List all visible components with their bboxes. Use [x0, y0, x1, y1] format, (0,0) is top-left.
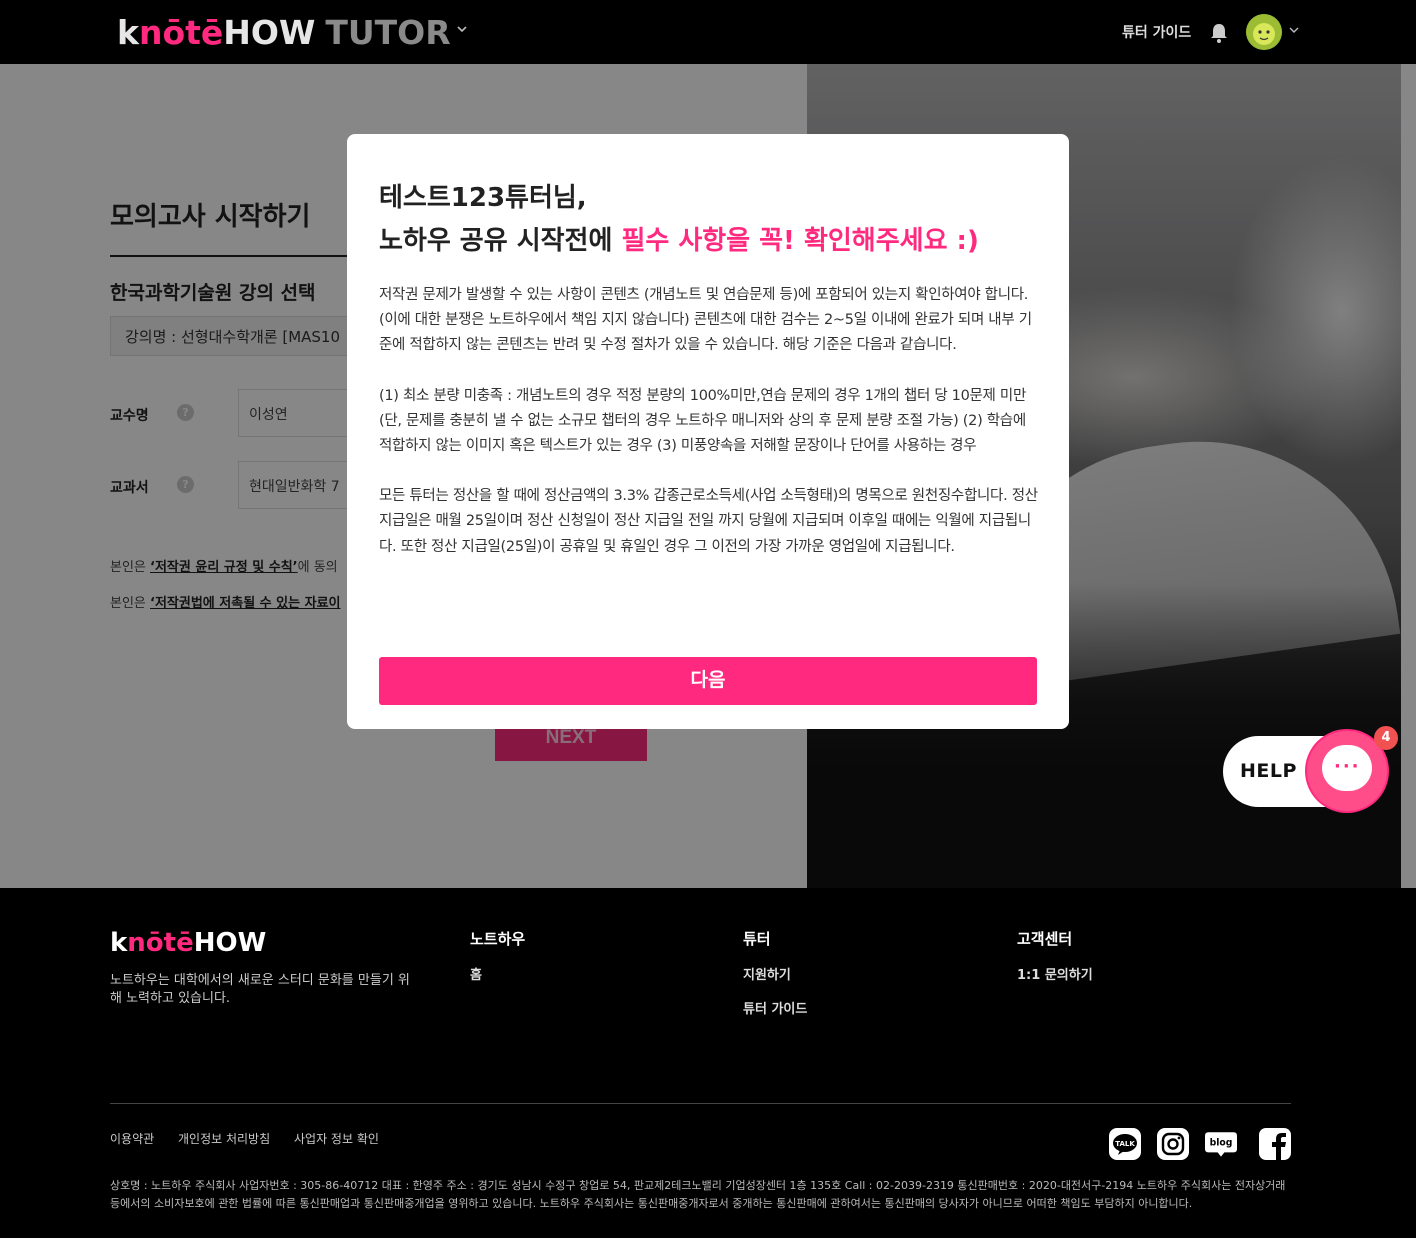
footer: knōtēHOW 노트하우는 대학에서의 새로운 스터디 문화를 만들기 위해 …	[0, 890, 1416, 1238]
modal-body: 저작권 문제가 발생할 수 있는 사항이 콘텐츠 (개념노트 및 연습문제 등)…	[379, 283, 1039, 585]
footer-description: 노트하우는 대학에서의 새로운 스터디 문화를 만들기 위해 노력하고 있습니다…	[110, 973, 410, 1006]
kakaotalk-text: TALK	[1115, 1140, 1135, 1148]
footer-heading-tutor: 튜터	[743, 930, 771, 948]
logo-k: k	[117, 12, 139, 52]
logo-tutor: TUTOR	[325, 12, 451, 52]
modal-next-button[interactable]: 다음	[379, 657, 1037, 705]
review-criteria: (1) 최소 분량 미충족 : 개념노트의 경우 적정 분량의 100%미만,연…	[379, 387, 1026, 455]
terms-link[interactable]: 이용약관	[110, 1130, 154, 1147]
footer-logo[interactable]: knōtēHOW	[110, 928, 266, 958]
footer-logo-note: nōtē	[127, 928, 194, 958]
footer-heading-support: 고객센터	[1017, 930, 1073, 948]
footer-link-inquiry[interactable]: 1:1 문의하기	[1017, 964, 1093, 983]
page: 모의고사 시작하기 한국과학기술원 강의 선택 강의명 : 선형대수학개론 [M…	[0, 0, 1416, 1238]
unread-badge: 4	[1374, 726, 1398, 750]
chat-bubble-icon: ···	[1322, 745, 1372, 791]
logo-note: nōtē	[138, 12, 224, 52]
blog-text: blog	[1210, 1138, 1233, 1149]
facebook-icon[interactable]	[1259, 1128, 1291, 1160]
footer-divider	[110, 1103, 1291, 1104]
top-nav: k nōtē HOW TUTOR 튜터 가이드	[0, 0, 1416, 64]
tutor-logo[interactable]: k nōtē HOW TUTOR	[117, 12, 451, 52]
business-info-link[interactable]: 사업자 정보 확인	[294, 1130, 379, 1147]
modal-heading-plain: 노하우 공유 시작전에	[379, 226, 622, 256]
blog-icon[interactable]: blog	[1205, 1128, 1237, 1160]
tutor-guide-link[interactable]: 튜터 가이드	[1122, 22, 1191, 42]
copyright-notice: 저작권 문제가 발생할 수 있는 사항이 콘텐츠 (개념노트 및 연습문제 등)…	[379, 287, 1032, 354]
footer-heading-notehow: 노트하우	[470, 930, 526, 948]
footer-link-apply[interactable]: 지원하기	[743, 964, 791, 983]
notice-modal: 테스트123튜터님, 노하우 공유 시작전에 필수 사항을 꼭! 확인해주세요 …	[347, 134, 1069, 729]
chevron-down-icon[interactable]	[1288, 24, 1300, 36]
kakaotalk-icon[interactable]: TALK	[1109, 1128, 1141, 1160]
modal-heading-greeting: 테스트123튜터님,	[379, 183, 587, 213]
footer-logo-how: HOW	[193, 928, 267, 958]
chat-dots: ···	[1334, 756, 1361, 777]
chevron-down-icon[interactable]	[455, 22, 469, 36]
instagram-icon[interactable]	[1157, 1128, 1189, 1160]
privacy-link[interactable]: 개인정보 처리방침	[178, 1130, 270, 1147]
modal-heading-highlight: 필수 사항을 꼭! 확인해주세요 :)	[621, 226, 979, 256]
help-label: HELP	[1240, 760, 1297, 782]
modal-heading: 노하우 공유 시작전에 필수 사항을 꼭! 확인해주세요 :)	[379, 223, 979, 259]
footer-link-tutor-guide[interactable]: 튜터 가이드	[743, 998, 807, 1017]
bell-icon[interactable]	[1209, 22, 1229, 44]
legal-text: 상호명 : 노트하우 주식회사 사업자번호 : 305-86-40712 대표 …	[110, 1179, 1286, 1210]
avatar[interactable]	[1246, 14, 1282, 50]
footer-logo-k: k	[110, 928, 128, 958]
footer-link-home[interactable]: 홈	[470, 964, 482, 983]
avatar-character-icon	[1246, 14, 1282, 50]
logo-how: HOW	[223, 12, 316, 52]
settlement-notice: 모든 튜터는 정산을 할 때에 정산금액의 3.3% 갑종근로소득세(사업 소득…	[379, 488, 1038, 555]
